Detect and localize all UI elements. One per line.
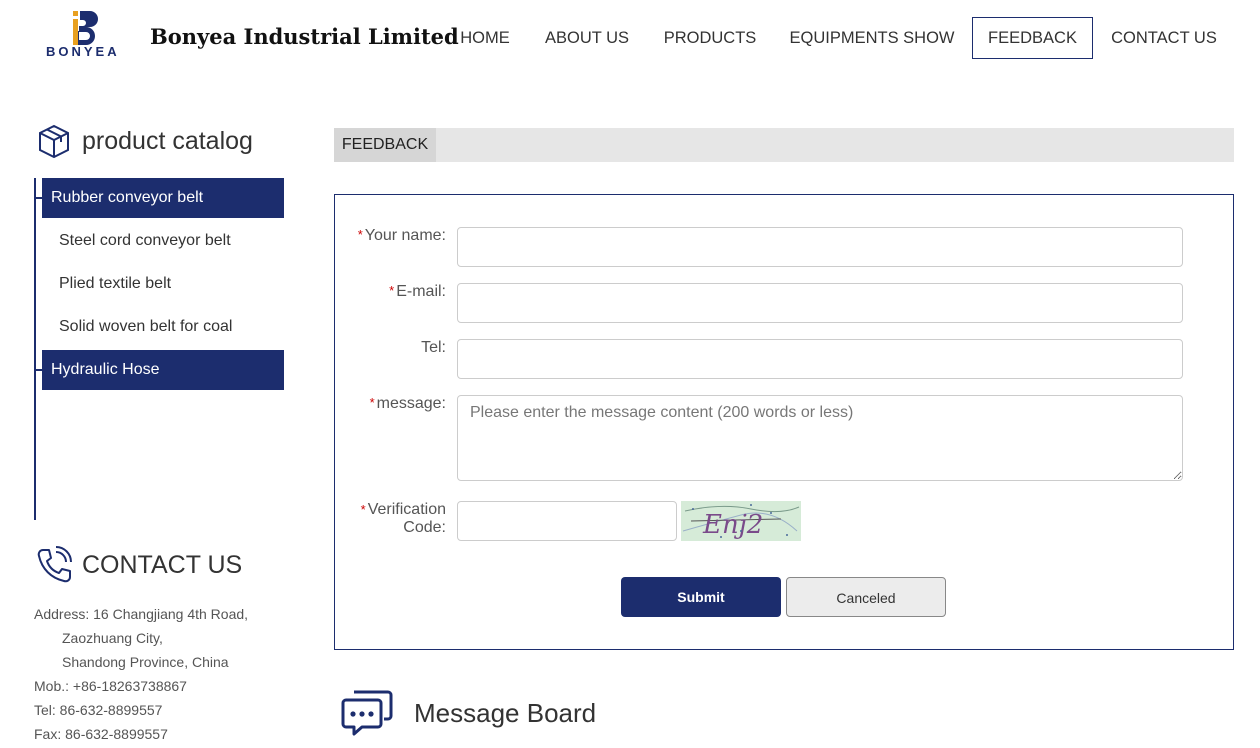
tel-input[interactable] [457,339,1183,379]
nav-equipments-show[interactable]: EQUIPMENTS SHOW [783,17,961,59]
email-label: * E-mail: [389,283,446,300]
required-mark: * [369,395,375,410]
verification-code-input[interactable] [457,501,677,541]
contact-tel: Tel: 86-632-8899557 [34,702,163,718]
message-label: * message: [369,395,446,412]
verification-label: * Verification Code: [360,501,446,536]
catalog-item-solid-woven-belt[interactable]: Solid woven belt for coal [42,307,284,347]
rail-tick [34,197,42,199]
required-mark: * [357,227,363,242]
feedback-tab: FEEDBACK [334,128,436,162]
catalog-heading: product catalog [36,123,253,159]
required-mark: * [389,283,395,298]
phone-icon [37,546,72,583]
contact-address-province: Shandong Province, China [62,654,229,670]
captcha-graphic: Enj2 [681,501,801,541]
catalog-item-steel-cord-conveyor-belt[interactable]: Steel cord conveyor belt [42,221,284,261]
nav-home[interactable]: HOME [452,17,518,59]
sidebar-rail [34,178,36,520]
nav-contact-us[interactable]: CONTACT US [1104,17,1224,59]
nav-feedback[interactable]: FEEDBACK [972,17,1093,59]
feedback-title-bar [334,128,1234,162]
nav-about-us[interactable]: ABOUT US [537,17,637,59]
company-name: Bonyea Industrial Limited [150,24,459,49]
catalog-title: product catalog [82,126,253,155]
contact-fax: Fax: 86-632-8899557 [34,726,168,742]
contact-address: Address: 16 Changjiang 4th Road, [34,606,249,622]
catalog-item-plied-textile-belt[interactable]: Plied textile belt [42,264,284,304]
contact-heading: CONTACT US [36,546,242,584]
captcha-text: Enj2 [702,510,763,540]
site-header: BONYEA Bonyea Industrial Limited HOME AB… [0,0,1260,80]
rail-tick [34,369,42,371]
email-input[interactable] [457,283,1183,323]
message-board-heading: Message Board [340,688,596,738]
submit-button[interactable]: Submit [621,577,781,617]
captcha-image[interactable]: Enj2 [681,501,801,541]
logo-wordmark: BONYEA [46,44,120,59]
catalog-item-rubber-conveyor-belt[interactable]: Rubber conveyor belt [42,178,284,218]
contact-title: CONTACT US [82,550,243,579]
chat-bubbles-icon [341,690,393,736]
cancel-button[interactable]: Canceled [786,577,946,617]
catalog-item-hydraulic-hose[interactable]: Hydraulic Hose [42,350,284,390]
tel-label: Tel: [421,339,446,356]
name-input[interactable] [457,227,1183,267]
contact-mobile: Mob.: +86-18263738867 [34,678,187,694]
box-icon [39,124,69,159]
contact-address-city: Zaozhuang City, [62,630,163,646]
message-textarea[interactable] [457,395,1183,481]
message-board-title: Message Board [414,697,597,728]
name-label: * Your name: [357,227,446,244]
required-mark: * [360,502,366,517]
nav-products[interactable]: PRODUCTS [655,17,765,59]
